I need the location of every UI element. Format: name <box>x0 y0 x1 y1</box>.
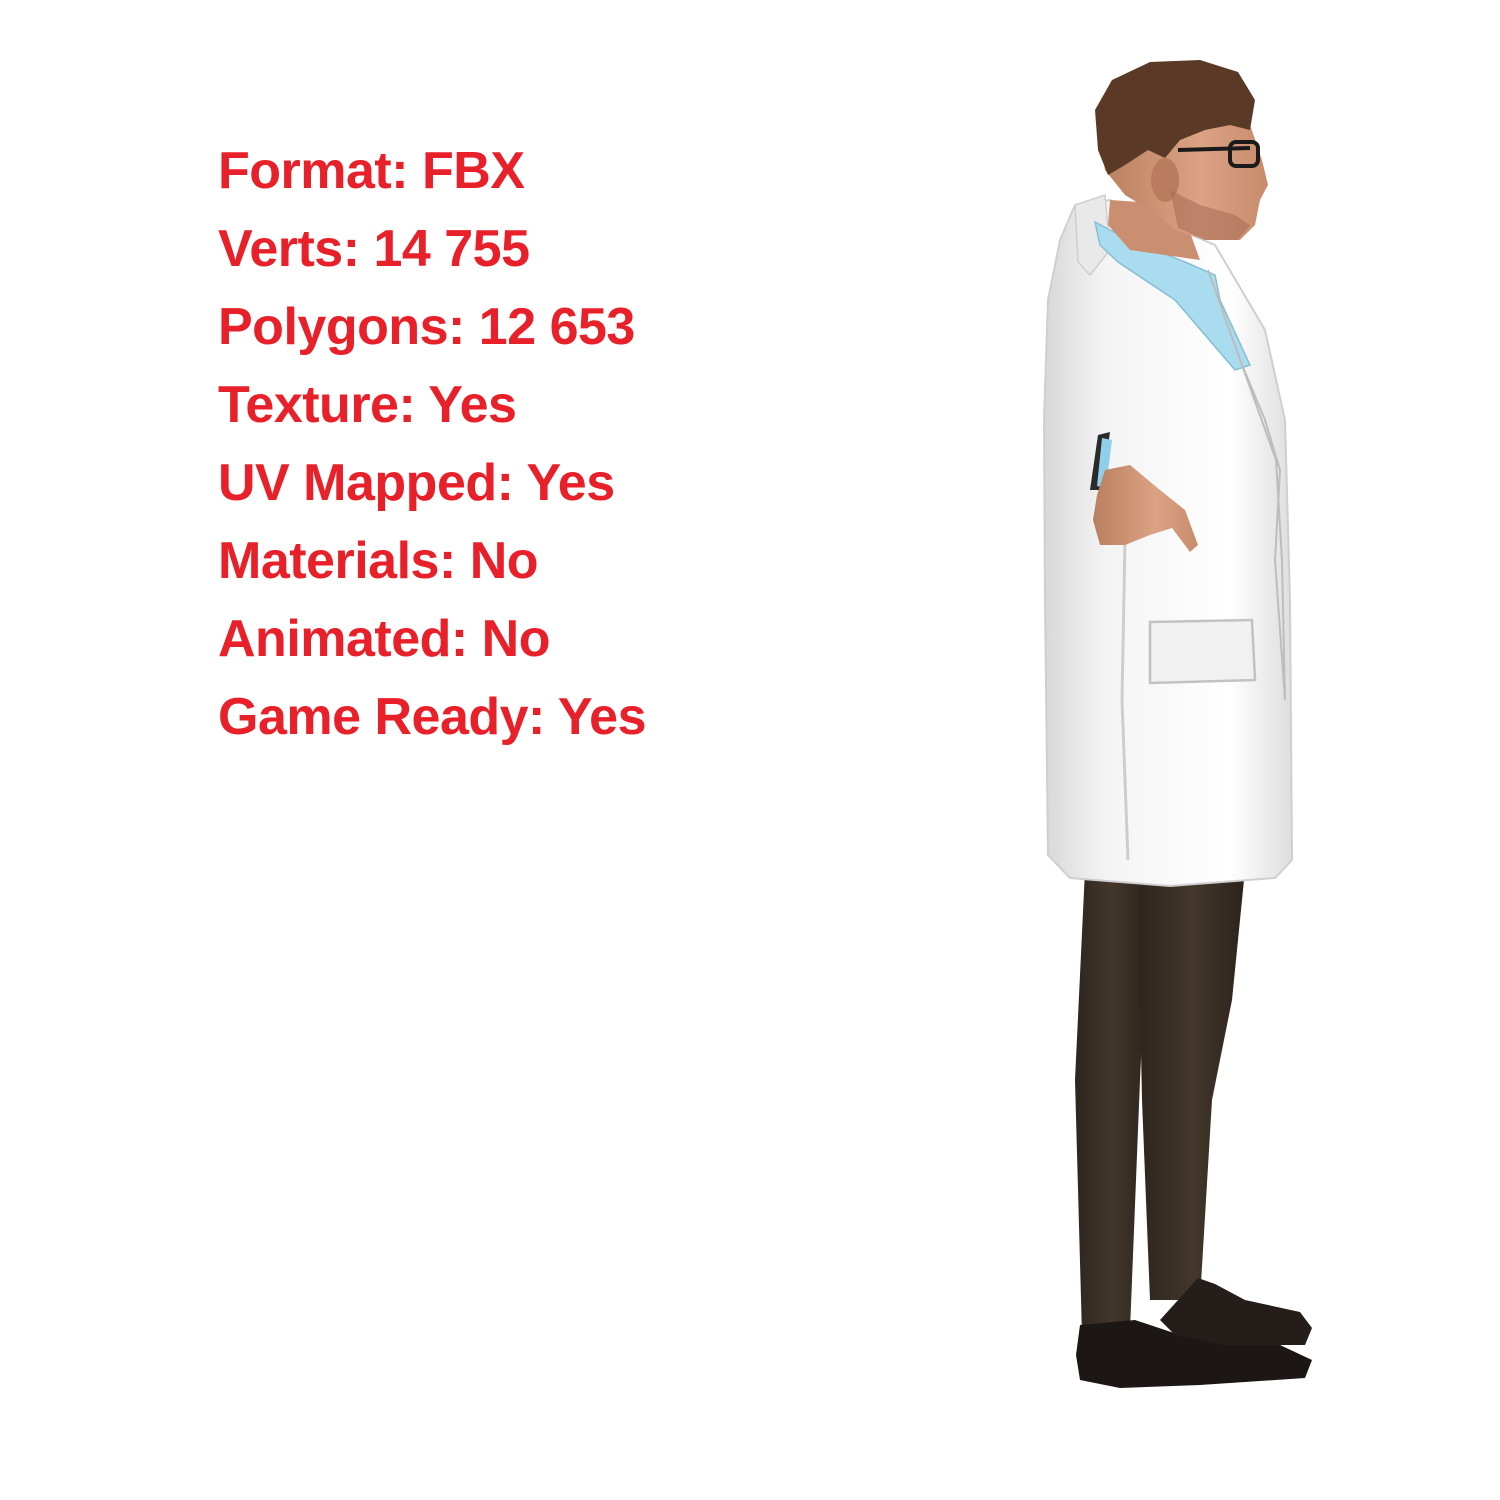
spec-game-ready: Game Ready: Yes <box>218 688 647 746</box>
spec-materials: Materials: No <box>218 532 539 590</box>
spec-texture: Texture: Yes <box>218 376 517 434</box>
back-leg <box>1075 870 1150 1335</box>
spec-animated: Animated: No <box>218 610 551 668</box>
character-model-render <box>1000 50 1340 1410</box>
spec-format: Format: FBX <box>218 142 525 200</box>
spec-uv-mapped: UV Mapped: Yes <box>218 454 615 512</box>
spec-verts: Verts: 14 755 <box>218 220 530 278</box>
lab-coat <box>1042 198 1294 888</box>
scientist-figure-svg <box>1042 60 1312 1388</box>
spec-list: Format: FBX Verts: 14 755 Polygons: 12 6… <box>218 132 647 756</box>
spec-polygons: Polygons: 12 653 <box>218 298 635 356</box>
front-leg <box>1140 870 1245 1300</box>
coat-pocket <box>1148 618 1257 685</box>
